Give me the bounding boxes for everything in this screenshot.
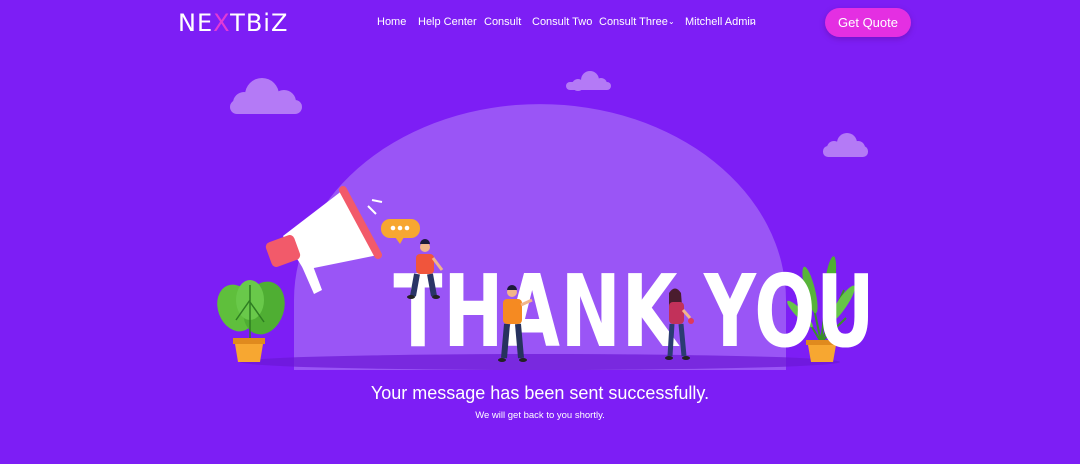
person-woman [665,288,694,360]
success-message: Your message has been sent successfully. [370,383,710,403]
success-submessage: We will get back to you shortly. [475,410,605,421]
person-standing [498,285,533,362]
person-sitting [407,239,444,299]
